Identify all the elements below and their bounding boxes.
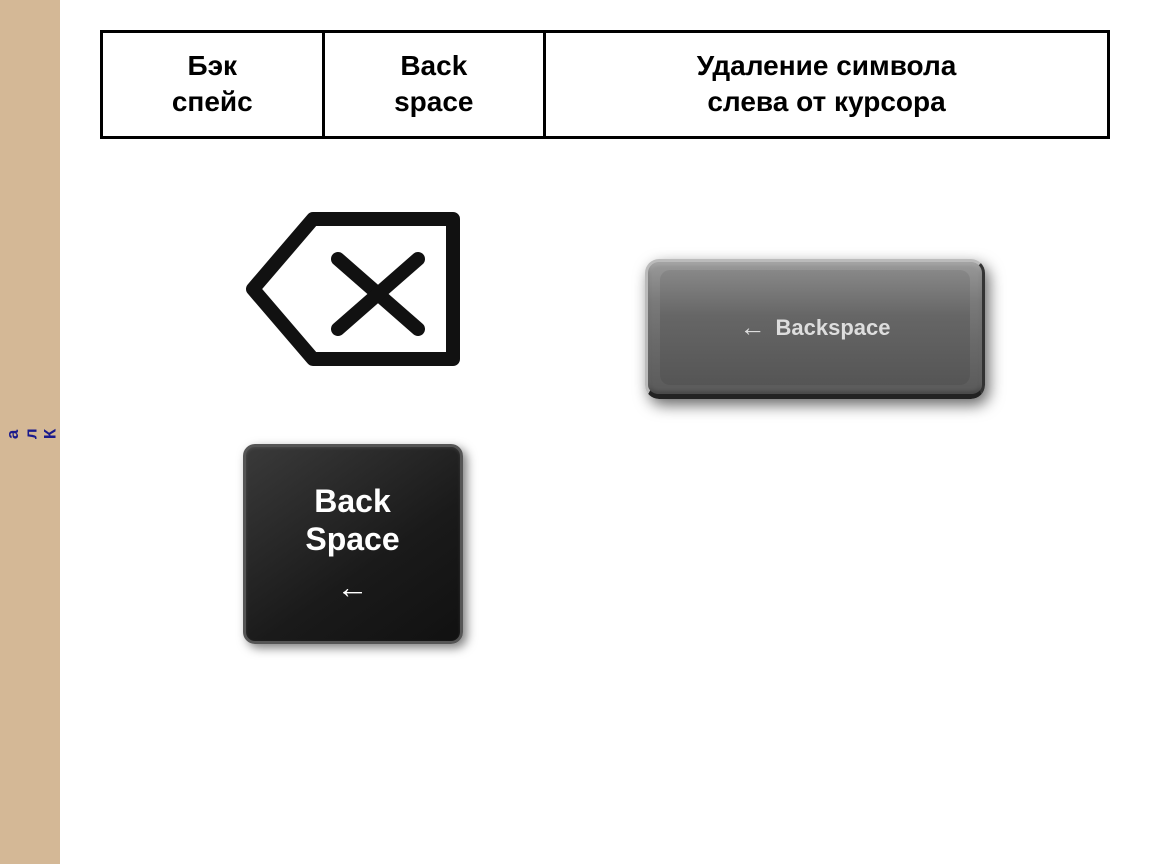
key-text-line1: Back (314, 483, 391, 519)
right-area: ← Backspace (605, 179, 1110, 644)
key-info-table: Бэк спейс Back space Удаление символа сл… (100, 30, 1110, 139)
physical-key-label: Backspace (776, 315, 891, 341)
table-col1: Бэк спейс (102, 32, 324, 138)
table-col3: Удаление символа слева от курсора (545, 32, 1109, 138)
key-text: Back Space (305, 482, 399, 559)
main-content: Бэк спейс Back space Удаление символа сл… (60, 0, 1150, 864)
physical-key-inner: ← Backspace (660, 270, 970, 385)
physical-keyboard-key: ← Backspace (645, 259, 985, 399)
col3-text: Удаление символа слева от курсора (697, 50, 957, 117)
images-area: Back Space ← ← Backspace (100, 179, 1110, 644)
col2-text: Back space (394, 50, 473, 117)
physical-key-arrow: ← (740, 312, 766, 343)
left-icon-area: Back Space ← (100, 179, 605, 644)
dark-key-backspace: Back Space ← (243, 444, 463, 644)
key-arrow: ← (337, 569, 369, 606)
table-col2: Back space (323, 32, 545, 138)
sidebar: Клавиширедактированиятекста (0, 0, 60, 864)
backspace-icon-symbol (233, 199, 473, 384)
col1-text: Бэк спейс (172, 50, 253, 117)
key-text-line2: Space (305, 521, 399, 557)
sidebar-label: Клавиширедактированиятекста (0, 423, 59, 441)
